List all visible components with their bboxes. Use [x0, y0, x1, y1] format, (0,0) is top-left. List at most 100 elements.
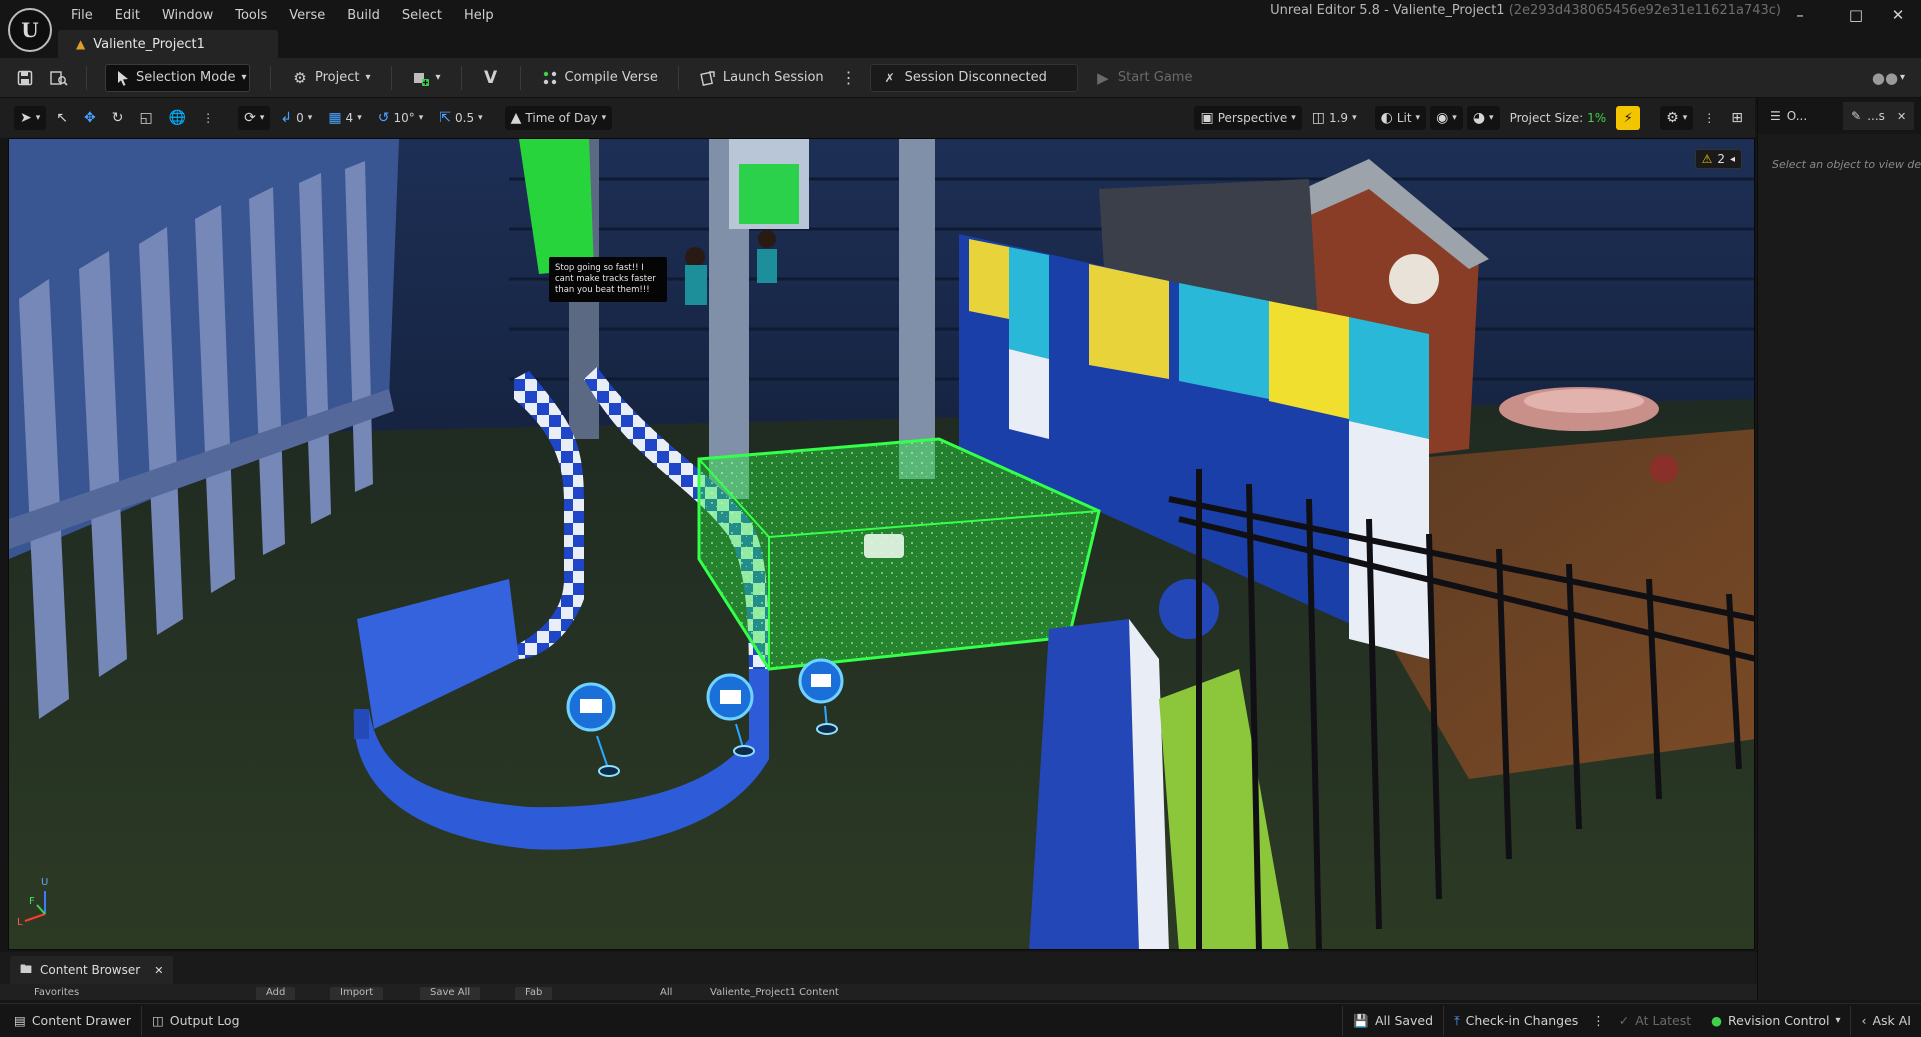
rotation-snap-icon: ↲ [280, 110, 293, 126]
disconnected-icon: ✗ [884, 70, 895, 85]
toolbar-separator [460, 65, 462, 90]
rotation-snap-dropdown[interactable]: ↲ 0 ▾ [274, 106, 318, 130]
menu-build[interactable]: Build [336, 6, 391, 25]
browse-icon[interactable] [50, 69, 68, 87]
selection-mode-dropdown[interactable]: Selection Mode ▾ [105, 63, 250, 92]
lit-sphere-icon: ◐ [1380, 110, 1393, 126]
ask-ai-label: Ask AI [1872, 1013, 1911, 1028]
compile-verse-button[interactable]: Compile Verse [531, 64, 668, 92]
level-viewport[interactable]: Stop going so fast!! I cant make tracks … [8, 138, 1755, 950]
close-icon[interactable]: ✕ [1897, 110, 1906, 123]
details-empty-hint: Select an object to view det [1772, 158, 1921, 171]
toolbar-separator [677, 65, 679, 90]
realtime-toggle[interactable]: ⚡ [1616, 106, 1641, 130]
chevron-left-icon: ‹ [1861, 1013, 1867, 1028]
favorites-toggle[interactable]: Favorites [24, 987, 89, 1000]
viewport-toolbar: ➤ ▾ ↖ ✥ ↻ ◱ 🌐 ⋮ ⟳ ▾ ↲ 0 ▾ ▦ 4 ▾ ↺ 10° ▾ … [0, 98, 1755, 138]
toolbar-separator [270, 65, 271, 90]
eye-icon: ◉ [1436, 110, 1449, 126]
angle-snap-dropdown[interactable]: ↺ 10° ▾ [372, 106, 430, 130]
more-options-icon[interactable]: ⋮ [196, 106, 220, 130]
perspective-dropdown[interactable]: ▣ Perspective ▾ [1194, 106, 1302, 130]
warning-icon: ⚠ [1701, 152, 1713, 166]
layout-icon[interactable]: ⊞ [1725, 106, 1749, 130]
viewport-settings-dropdown[interactable]: ⚙ ▾ [1660, 106, 1694, 130]
camera-speed-value: 1.9 [1328, 111, 1349, 125]
unreal-logo-icon[interactable]: U [8, 8, 52, 52]
rotate-tool-icon[interactable]: ↻ [106, 106, 130, 130]
select-tool-icon[interactable]: ↖ [50, 106, 74, 130]
folder-icon: 🖿 [20, 961, 33, 976]
start-game-button[interactable]: ▶ Start Game [1084, 64, 1203, 92]
toolbar-separator [86, 65, 87, 90]
add-button[interactable]: Add [256, 987, 296, 1000]
session-status-label: Session Disconnected [904, 70, 1047, 85]
camera-speed-icon: ◫ [1311, 110, 1325, 126]
axis-l-label: L [17, 917, 23, 928]
verse-button[interactable]: V [472, 64, 510, 92]
all-saved-button[interactable]: 💾 All Saved [1343, 1006, 1443, 1036]
chevron-down-icon: ▾ [1899, 72, 1905, 83]
project-size-value: 1% [1587, 111, 1607, 125]
check-in-changes-label: Check-in Changes [1465, 1013, 1579, 1028]
scale-snap-dropdown[interactable]: ▦ 4 ▾ [322, 106, 367, 130]
scale-tool-icon[interactable]: ◱ [133, 106, 158, 130]
viewport-warning-badge[interactable]: ⚠ 2 ◂ [1694, 149, 1742, 169]
menu-verse[interactable]: Verse [278, 6, 336, 25]
surface-snap-dropdown[interactable]: ⟳ ▾ [238, 106, 271, 130]
close-icon[interactable]: ✕ [154, 964, 163, 977]
fab-button[interactable]: Fab [515, 987, 553, 1000]
chevron-down-icon: ▾ [1352, 113, 1357, 123]
camera-speed-dropdown[interactable]: ◫ 1.9 ▾ [1306, 106, 1363, 130]
project-size: Project Size: 1% [1504, 106, 1613, 130]
tab-outliner[interactable]: ☰ O... [1762, 102, 1815, 130]
select-mode-dropdown[interactable]: ➤ ▾ [14, 106, 47, 130]
close-window-button[interactable]: ✕ [1876, 2, 1920, 28]
menu-select[interactable]: Select [391, 6, 453, 25]
move-tool-icon[interactable]: ✥ [78, 106, 102, 130]
more-options-icon[interactable]: ⋮ [1588, 1006, 1609, 1036]
window-title-text: Unreal Editor 5.8 - Valiente_Project1 [1270, 3, 1505, 18]
time-of-day-dropdown[interactable]: ▲ Time of Day ▾ [504, 106, 613, 130]
save-all-button[interactable]: Save All [420, 987, 481, 1000]
ask-ai-button[interactable]: ‹ Ask AI [1851, 1006, 1921, 1036]
breadcrumb-content[interactable]: Valiente_Project1 Content [700, 987, 849, 1000]
project-tab-label: Valiente_Project1 [93, 36, 205, 52]
details-panel-tabs: ☰ O... ✎ ...s ✕ [1758, 98, 1921, 134]
more-options-icon[interactable]: ⋮ [840, 68, 858, 87]
content-browser-tab[interactable]: 🖿 Content Browser ✕ [10, 956, 174, 984]
content-drawer-button[interactable]: ▤ Content Drawer [4, 1006, 141, 1036]
revision-control-dropdown[interactable]: ● Revision Control ▾ [1701, 1006, 1850, 1036]
import-button[interactable]: Import [330, 987, 384, 1000]
output-log-button[interactable]: ◫ Output Log [142, 1006, 250, 1036]
launch-session-button[interactable]: Launch Session [689, 64, 834, 92]
content-browser-toolbar: Favorites Add Import Save All Fab All Va… [0, 984, 1757, 1000]
menu-file[interactable]: File [60, 6, 104, 25]
world-space-icon[interactable]: 🌐 [163, 106, 192, 130]
menu-tools[interactable]: Tools [224, 6, 278, 25]
menu-help[interactable]: Help [453, 6, 505, 25]
chevron-down-icon: ▾ [1452, 113, 1457, 123]
menu-edit[interactable]: Edit [104, 6, 151, 25]
more-options-icon[interactable]: ⋮ [1697, 106, 1721, 130]
chevron-down-icon: ▾ [1291, 113, 1296, 123]
show-flags-dropdown[interactable]: ◉ ▾ [1430, 106, 1463, 130]
minimize-button[interactable]: – [1778, 2, 1822, 28]
breadcrumb-all[interactable]: All [650, 987, 682, 1000]
save-icon[interactable] [16, 69, 34, 87]
grid-snap-dropdown[interactable]: ⇱ 0.5 ▾ [433, 106, 488, 130]
log-icon: ◫ [151, 1013, 164, 1028]
time-of-day-label: Time of Day [525, 111, 598, 125]
performance-dropdown[interactable]: ◕ ▾ [1466, 106, 1500, 130]
users-dropdown[interactable]: ●● ▾ [1866, 64, 1915, 92]
project-tab[interactable]: ▲ Valiente_Project1 [58, 30, 278, 58]
menu-window[interactable]: Window [151, 6, 224, 25]
add-content-dropdown[interactable]: ▾ [402, 64, 451, 92]
check-in-changes-button[interactable]: ⤒ Check-in Changes [1444, 1006, 1588, 1036]
lightning-icon: ⚡ [1623, 110, 1633, 126]
tab-details[interactable]: ✎ ...s ✕ [1843, 102, 1915, 130]
project-dropdown[interactable]: ⚙ Project ▾ [281, 64, 381, 92]
view-mode-dropdown[interactable]: ◐ Lit ▾ [1374, 106, 1427, 130]
maximize-button[interactable]: □ [1834, 2, 1878, 28]
start-game-label: Start Game [1117, 70, 1193, 85]
